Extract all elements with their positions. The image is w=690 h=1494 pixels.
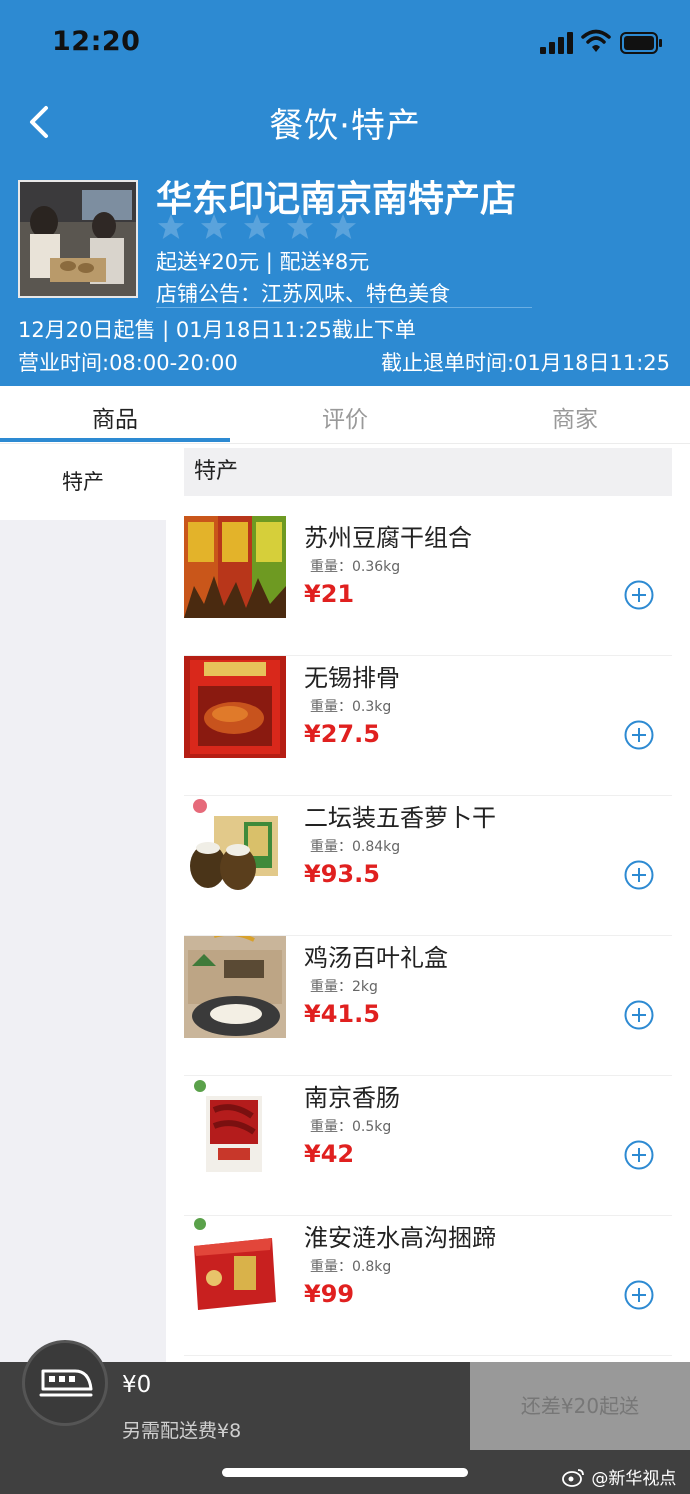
product-weight: 重量：0.3kg [310, 699, 392, 715]
product-item[interactable]: 南京香肠 重量：0.5kg ¥42 [184, 1076, 672, 1216]
product-weight: 重量：0.36kg [310, 559, 401, 575]
product-price: ¥21 [304, 580, 355, 608]
product-name: 鸡汤百叶礼盒 [304, 944, 448, 972]
shop-header: 12:20 餐饮·特产 华东印记南京南特产店 起送¥20元 | 配送¥8元 店铺… [0, 0, 690, 386]
product-price: ¥42 [304, 1140, 355, 1168]
section-title: 特产 [184, 448, 672, 496]
shop-photo [18, 180, 138, 298]
add-icon[interactable] [624, 1000, 654, 1030]
star-icon [330, 214, 357, 239]
status-bar: 12:20 [0, 0, 690, 88]
product-item[interactable]: 鸡汤百叶礼盒 重量：2kg ¥41.5 [184, 936, 672, 1076]
cart-button[interactable] [22, 1340, 108, 1426]
star-icon [201, 214, 228, 239]
tab-products[interactable]: 商品 [0, 400, 230, 434]
product-image [184, 656, 286, 758]
product-name: 苏州豆腐干组合 [304, 524, 472, 552]
home-indicator [222, 1468, 468, 1477]
tab-merchant[interactable]: 商家 [460, 400, 690, 434]
weibo-icon [562, 1469, 584, 1487]
star-icon [244, 214, 271, 239]
shop-notice: 店铺公告：江苏风味、特色美食 [156, 282, 450, 306]
status-time: 12:20 [52, 26, 141, 57]
product-item[interactable]: 苏州豆腐干组合 重量：0.36kg ¥21 [184, 516, 672, 656]
add-icon[interactable] [624, 1280, 654, 1310]
tab-bar: 商品 评价 商家 [0, 386, 690, 444]
delivery-fee-info: 起送¥20元 | 配送¥8元 [156, 250, 370, 274]
product-price: ¥27.5 [304, 720, 380, 748]
battery-icon [620, 32, 662, 54]
refund-deadline: 截止退单时间:01月18日11:25 [380, 351, 670, 375]
product-name: 淮安涟水高沟捆蹄 [304, 1224, 496, 1252]
product-price: ¥99 [304, 1280, 355, 1308]
star-icon [158, 214, 184, 239]
product-weight: 重量：0.5kg [310, 1119, 392, 1135]
rating-stars [156, 212, 366, 242]
page-title: 餐饮·特产 [269, 106, 421, 146]
add-icon[interactable] [624, 1140, 654, 1170]
business-hours: 营业时间:08:00-20:00 [18, 351, 238, 375]
product-image [184, 1216, 286, 1318]
cart-total: ¥0 [122, 1372, 152, 1398]
product-price: ¥93.5 [304, 860, 380, 888]
product-item[interactable]: 二坛装五香萝卜干 重量：0.84kg ¥93.5 [184, 796, 672, 936]
sidebar-item-specialty[interactable]: 特产 [0, 444, 166, 520]
train-icon [39, 1369, 93, 1397]
star-icon [287, 214, 314, 239]
product-name: 南京香肠 [304, 1084, 400, 1112]
delivery-fee-note: 另需配送费¥8 [122, 1420, 242, 1442]
product-weight: 重量：2kg [310, 979, 378, 995]
product-image [184, 936, 286, 1038]
add-icon[interactable] [624, 580, 654, 610]
watermark: @新华视点 [562, 1464, 676, 1489]
divider [156, 307, 532, 308]
active-tab-indicator [0, 438, 230, 442]
product-weight: 重量：0.8kg [310, 1259, 392, 1275]
add-icon[interactable] [624, 860, 654, 890]
product-image [184, 796, 286, 898]
category-sidebar: 特产 [0, 444, 166, 1364]
product-name: 无锡排骨 [304, 664, 400, 692]
product-item[interactable]: 淮安涟水高沟捆蹄 重量：0.8kg ¥99 [184, 1216, 672, 1356]
product-image [184, 516, 286, 618]
watermark-text: @新华视点 [591, 1469, 677, 1489]
wifi-icon [581, 29, 611, 52]
add-icon[interactable] [624, 720, 654, 750]
product-name: 二坛装五香萝卜干 [304, 804, 496, 832]
signal-icon [540, 32, 573, 54]
product-price: ¥41.5 [304, 1000, 380, 1028]
sale-period: 12月20日起售 | 01月18日11:25截止下单 [18, 318, 416, 342]
tab-reviews[interactable]: 评价 [230, 400, 460, 434]
product-weight: 重量：0.84kg [310, 839, 401, 855]
product-item[interactable]: 无锡排骨 重量：0.3kg ¥27.5 [184, 656, 672, 796]
checkout-button[interactable]: 还差¥20起送 [470, 1362, 690, 1450]
product-image [184, 1076, 286, 1178]
